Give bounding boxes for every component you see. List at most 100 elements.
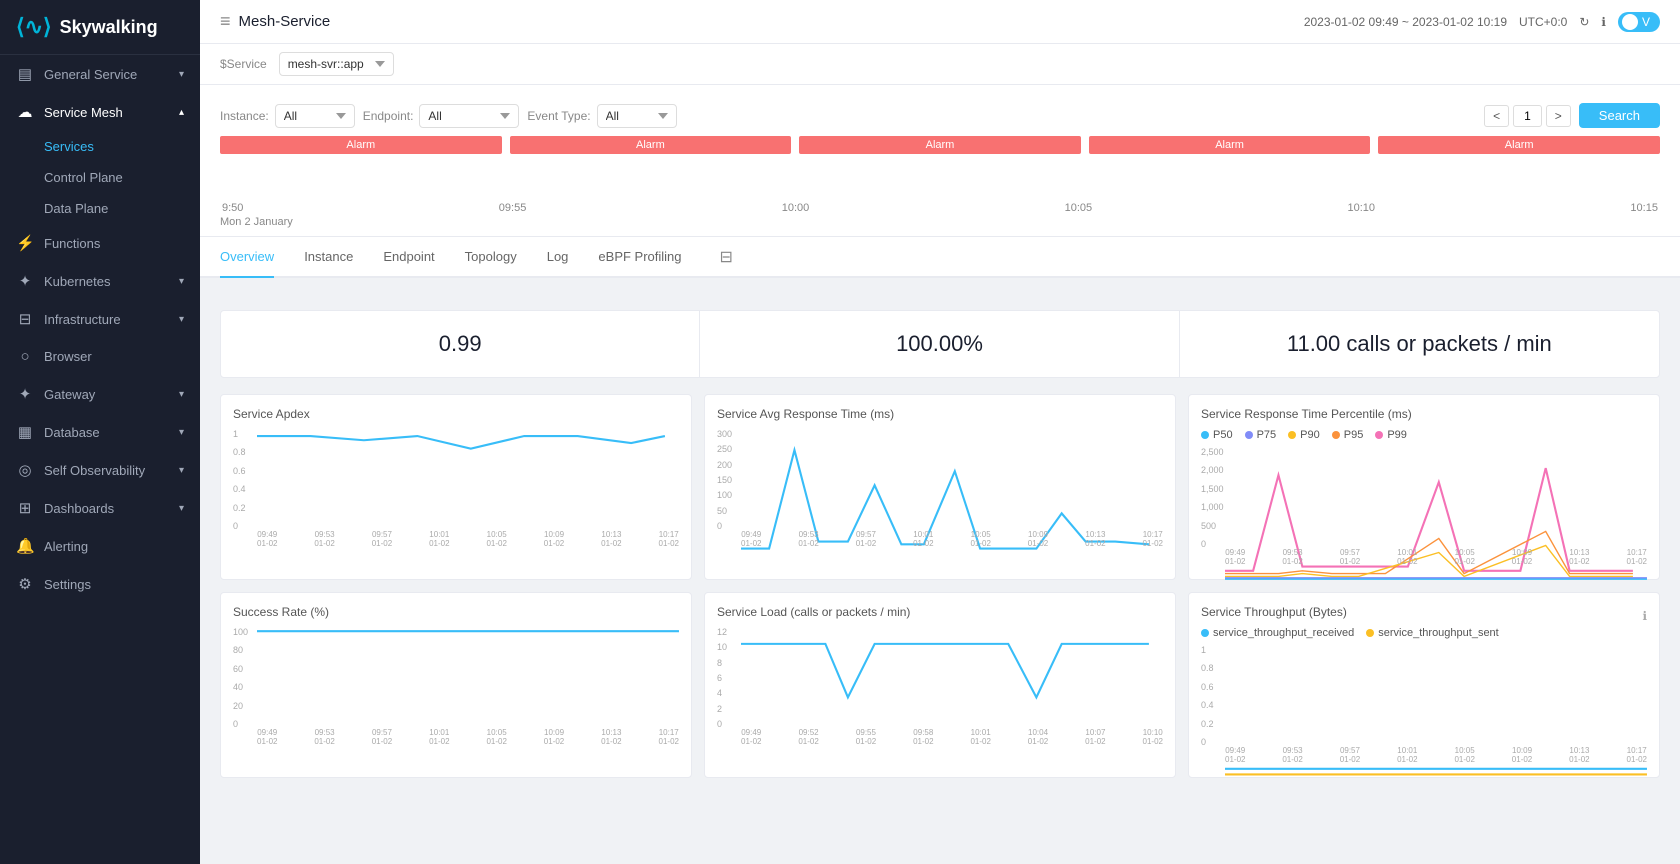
metric-cards: 0.99 100.00% 11.00 calls or packets / mi… xyxy=(220,310,1660,378)
chart-avg-response-area: 300250 200150 100500 09:4901-02 09:5301-… xyxy=(717,429,1163,549)
timeline-canvas: Alarm Alarm Alarm Alarm Alarm xyxy=(220,136,1660,196)
view-toggle[interactable]: V xyxy=(1618,12,1660,32)
sidebar-item-data-plane[interactable]: Data Plane xyxy=(44,193,200,224)
sidebar-item-browser[interactable]: ○ Browser xyxy=(0,338,200,375)
legend-p90: P90 xyxy=(1288,429,1320,441)
header-right: 2023-01-02 09:49 ~ 2023-01-02 10:19 UTC+… xyxy=(1304,12,1660,32)
sidebar-item-label: Service Mesh xyxy=(44,105,123,120)
infrastructure-icon: ⊟ xyxy=(16,310,34,328)
apdex-card: 0.99 xyxy=(221,311,700,377)
bookmark-icon[interactable]: ⊟ xyxy=(720,247,733,267)
chart-load-area: 1210 86 420 09:4901-02 09:5201-02 09:550… xyxy=(717,627,1163,747)
timezone: UTC+0:0 xyxy=(1519,15,1567,29)
time-label-6: 10:15 xyxy=(1630,202,1658,214)
success-rate-card: 100.00% xyxy=(700,311,1179,377)
content-area: 0.99 100.00% 11.00 calls or packets / mi… xyxy=(200,294,1680,864)
tab-topology[interactable]: Topology xyxy=(465,237,517,278)
filter-row: Instance: All Endpoint: All Event Type: … xyxy=(220,95,1660,132)
service-filter-bar: $Service mesh-svr::app xyxy=(200,44,1680,85)
chevron-icon: ▾ xyxy=(179,389,184,400)
sidebar-item-settings[interactable]: ⚙ Settings xyxy=(0,565,200,603)
sidebar-item-label: General Service xyxy=(44,67,137,82)
legend-received: service_throughput_received xyxy=(1201,627,1354,639)
load-card: 11.00 calls or packets / min xyxy=(1180,311,1659,377)
chart-throughput: Service Throughput (Bytes) ℹ service_thr… xyxy=(1188,592,1660,778)
refresh-icon[interactable]: ↻ xyxy=(1579,15,1589,29)
sidebar-item-label: Alerting xyxy=(44,539,88,554)
sidebar-item-service-mesh[interactable]: ☁ Service Mesh ▴ xyxy=(0,93,200,131)
charts-grid: Service Apdex 10.8 0.60.4 0.20 09:4901-0… xyxy=(220,394,1660,778)
app-logo[interactable]: ⟨∿⟩ Skywalking xyxy=(0,0,200,55)
tab-endpoint[interactable]: Endpoint xyxy=(383,237,434,278)
sidebar-item-control-plane[interactable]: Control Plane xyxy=(44,162,200,193)
chart-throughput-x-labels: 09:4901-02 09:5301-02 09:5701-02 10:0101… xyxy=(1225,746,1647,765)
event-type-label: Event Type: xyxy=(527,109,590,123)
sidebar-item-gateway[interactable]: ✦ Gateway ▾ xyxy=(0,375,200,413)
p75-dot xyxy=(1245,431,1253,439)
chevron-icon: ▾ xyxy=(179,314,184,325)
time-label-4: 10:05 xyxy=(1065,202,1093,214)
sidebar-item-functions[interactable]: ⚡ Functions xyxy=(0,224,200,262)
chart-load-y-labels: 1210 86 420 xyxy=(717,627,727,729)
next-page-button[interactable]: > xyxy=(1546,105,1571,127)
dashboards-icon: ⊞ xyxy=(16,499,34,517)
sidebar-item-infrastructure[interactable]: ⊟ Infrastructure ▾ xyxy=(0,300,200,338)
throughput-info-icon[interactable]: ℹ xyxy=(1642,609,1647,623)
load-value: 11.00 calls or packets / min xyxy=(1200,331,1639,357)
header-menu-icon: ≡ xyxy=(220,11,231,32)
service-label: $Service xyxy=(220,57,267,71)
chart-percentile-area: 2,5002,000 1,5001,000 5000 xyxy=(1201,447,1647,567)
endpoint-select[interactable]: All xyxy=(419,104,519,128)
chevron-icon: ▾ xyxy=(179,69,184,80)
alarm-bar-4: Alarm xyxy=(1089,136,1371,154)
sidebar-item-general-service[interactable]: ▤ General Service ▾ xyxy=(0,55,200,93)
page-number: 1 xyxy=(1513,105,1542,127)
service-mesh-icon: ☁ xyxy=(16,103,34,121)
sidebar-item-self-observability[interactable]: ◎ Self Observability ▾ xyxy=(0,451,200,489)
chart-avg-x-labels: 09:4901-02 09:5301-02 09:5701-02 10:0101… xyxy=(741,530,1163,549)
tab-ebpf-profiling[interactable]: eBPF Profiling xyxy=(598,237,681,278)
chart-avg-y-labels: 300250 200150 100500 xyxy=(717,429,732,531)
legend-p75: P75 xyxy=(1245,429,1277,441)
search-button[interactable]: Search xyxy=(1579,103,1660,128)
event-type-select[interactable]: All xyxy=(597,104,677,128)
page-title: Mesh-Service xyxy=(239,13,331,30)
sidebar-item-database[interactable]: ▦ Database ▾ xyxy=(0,413,200,451)
received-dot xyxy=(1201,629,1209,637)
toggle-label: V xyxy=(1642,15,1650,29)
sidebar-item-label: Dashboards xyxy=(44,501,114,516)
chart-percentile: Service Response Time Percentile (ms) P5… xyxy=(1188,394,1660,580)
timeline-area: Instance: All Endpoint: All Event Type: … xyxy=(200,85,1680,237)
info-icon[interactable]: ℹ xyxy=(1601,15,1606,29)
prev-page-button[interactable]: < xyxy=(1484,105,1509,127)
toggle-circle xyxy=(1622,14,1638,30)
instance-filter: Instance: All xyxy=(220,104,355,128)
sent-dot xyxy=(1366,629,1374,637)
settings-icon: ⚙ xyxy=(16,575,34,593)
sent-label: service_throughput_sent xyxy=(1378,627,1498,639)
sidebar-item-label: Kubernetes xyxy=(44,274,111,289)
tab-overview[interactable]: Overview xyxy=(220,237,274,278)
sidebar-item-alerting[interactable]: 🔔 Alerting xyxy=(0,527,200,565)
main-content: ≡ Mesh-Service 2023-01-02 09:49 ~ 2023-0… xyxy=(200,0,1680,864)
sidebar-item-dashboards[interactable]: ⊞ Dashboards ▾ xyxy=(0,489,200,527)
instance-select[interactable]: All xyxy=(275,104,355,128)
chevron-icon: ▴ xyxy=(179,107,184,118)
sidebar-item-kubernetes[interactable]: ✦ Kubernetes ▾ xyxy=(0,262,200,300)
chart-percentile-title: Service Response Time Percentile (ms) xyxy=(1201,407,1647,421)
apdex-value: 0.99 xyxy=(241,331,679,357)
service-mesh-submenu: Services Control Plane Data Plane xyxy=(0,131,200,224)
tab-log[interactable]: Log xyxy=(547,237,569,278)
time-label-5: 10:10 xyxy=(1348,202,1376,214)
service-select[interactable]: mesh-svr::app xyxy=(279,52,394,76)
tab-instance[interactable]: Instance xyxy=(304,237,353,278)
chart-apdex-x-labels: 09:4901-02 09:5301-02 09:5701-02 10:0101… xyxy=(257,530,679,549)
legend-p99: P99 xyxy=(1375,429,1407,441)
tabs-row: Overview Instance Endpoint Topology Log … xyxy=(200,237,1680,278)
pagination: < 1 > xyxy=(1484,105,1571,127)
sidebar-item-label: Settings xyxy=(44,577,91,592)
sidebar-item-services[interactable]: Services xyxy=(44,131,200,162)
chart-apdex-title: Service Apdex xyxy=(233,407,679,421)
chart-apdex-area: 10.8 0.60.4 0.20 09:4901-02 09:5301-02 0… xyxy=(233,429,679,549)
legend-sent: service_throughput_sent xyxy=(1366,627,1498,639)
